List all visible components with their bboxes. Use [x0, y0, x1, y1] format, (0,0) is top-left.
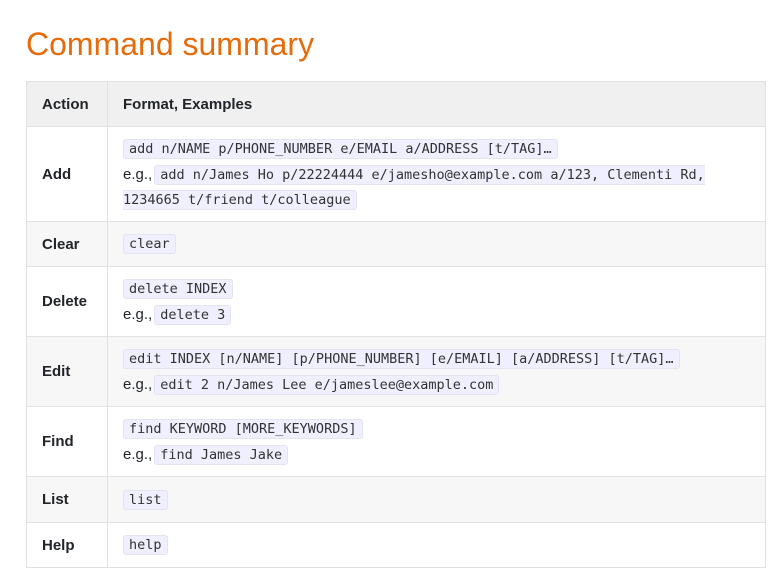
header-format-examples: Format, Examples	[107, 81, 766, 127]
table-row-list: List list	[26, 476, 766, 523]
action-clear: Clear	[26, 221, 108, 267]
command-summary-table: Action Format, Examples Add add n/NAME p…	[26, 81, 766, 568]
table-row-edit: Edit edit INDEX [n/NAME] [p/PHONE_NUMBER…	[26, 336, 766, 407]
format-code-add: add n/NAME p/PHONE_NUMBER e/EMAIL a/ADDR…	[123, 139, 558, 159]
format-code-clear: clear	[123, 234, 176, 254]
action-edit: Edit	[26, 336, 108, 407]
format-code-edit: edit INDEX [n/NAME] [p/PHONE_NUMBER] [e/…	[123, 348, 680, 369]
action-help: Help	[26, 522, 108, 568]
action-add: Add	[26, 126, 108, 222]
example-code-add: add n/James Ho p/22224444 e/jamesho@exam…	[123, 165, 705, 210]
format-code-find: find KEYWORD [MORE_KEYWORDS]	[123, 418, 363, 439]
table-row-clear: Clear clear	[26, 221, 766, 267]
format-cell-clear: clear	[107, 221, 766, 267]
table-header-row: Action Format, Examples	[26, 81, 766, 127]
action-delete: Delete	[26, 266, 108, 337]
format-cell-help: help	[107, 522, 766, 568]
example-label: e.g.,	[123, 166, 153, 183]
table-row-help: Help help	[26, 522, 766, 568]
table-row-find: Find find KEYWORD [MORE_KEYWORDS] e.g., f…	[26, 406, 766, 477]
example-code-delete: delete 3	[154, 304, 232, 325]
table-row-delete: Delete delete INDEX e.g., delete 3	[26, 266, 766, 337]
example-label: e.g.,	[123, 305, 153, 323]
format-cell-add: add n/NAME p/PHONE_NUMBER e/EMAIL a/ADDR…	[107, 126, 766, 222]
format-code-delete: delete INDEX	[123, 278, 233, 299]
format-cell-list: list	[107, 476, 766, 523]
format-cell-find: find KEYWORD [MORE_KEYWORDS] e.g., find J…	[107, 406, 766, 477]
format-cell-edit: edit INDEX [n/NAME] [p/PHONE_NUMBER] [e/…	[107, 336, 766, 407]
page-title: Command summary	[26, 26, 315, 62]
action-list: List	[26, 476, 108, 523]
example-code-find: find James Jake	[154, 444, 289, 465]
format-code-list: list	[123, 489, 168, 510]
format-code-help: help	[123, 535, 168, 555]
example-label: e.g.,	[123, 445, 153, 463]
example-label: e.g.,	[123, 375, 153, 393]
example-code-edit: edit 2 n/James Lee e/jameslee@example.co…	[154, 374, 500, 395]
header-action: Action	[26, 81, 108, 127]
action-find: Find	[26, 406, 108, 477]
format-cell-delete: delete INDEX e.g., delete 3	[107, 266, 766, 337]
table-row-add: Add add n/NAME p/PHONE_NUMBER e/EMAIL a/…	[26, 126, 766, 222]
